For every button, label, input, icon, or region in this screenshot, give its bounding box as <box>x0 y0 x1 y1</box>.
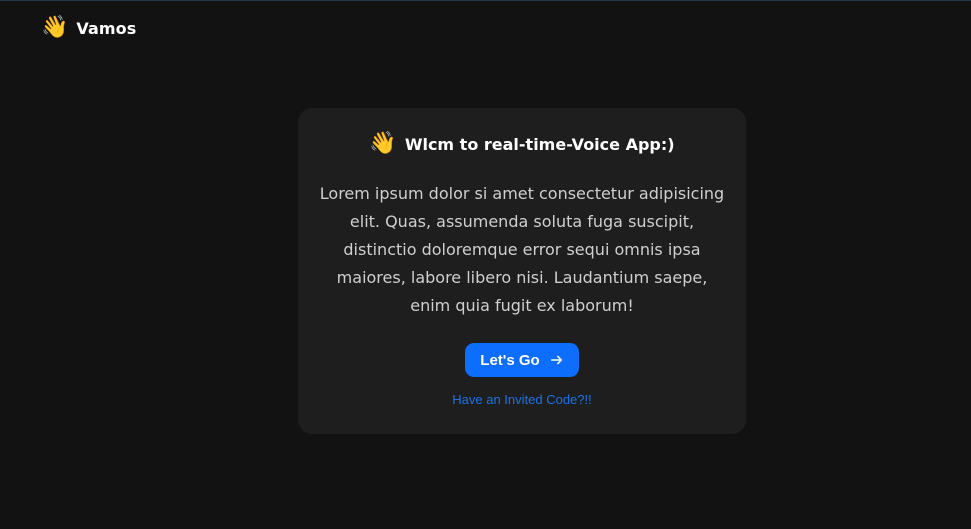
welcome-card: 👋 Wlcm to real-time-Voice App:) Lorem ip… <box>298 108 746 434</box>
invite-code-link[interactable]: Have an Invited Code?!! <box>298 392 746 407</box>
card-title: Wlcm to real-time-Voice App:) <box>404 134 675 154</box>
brand-name[interactable]: Vamos <box>76 19 136 38</box>
card-description: Lorem ipsum dolor si amet consectetur ad… <box>319 184 725 315</box>
waving-hand-icon: 👋 <box>369 131 397 156</box>
lets-go-label: Let's Go <box>480 351 540 369</box>
arrow-right-icon <box>550 355 562 365</box>
waving-hand-icon: 👋 <box>41 15 69 40</box>
top-border <box>0 0 971 1</box>
card-header: 👋 Wlcm to real-time-Voice App:) <box>298 128 746 160</box>
lets-go-button[interactable]: Let's Go <box>465 343 579 377</box>
navbar: 👋 Vamos <box>41 14 136 42</box>
